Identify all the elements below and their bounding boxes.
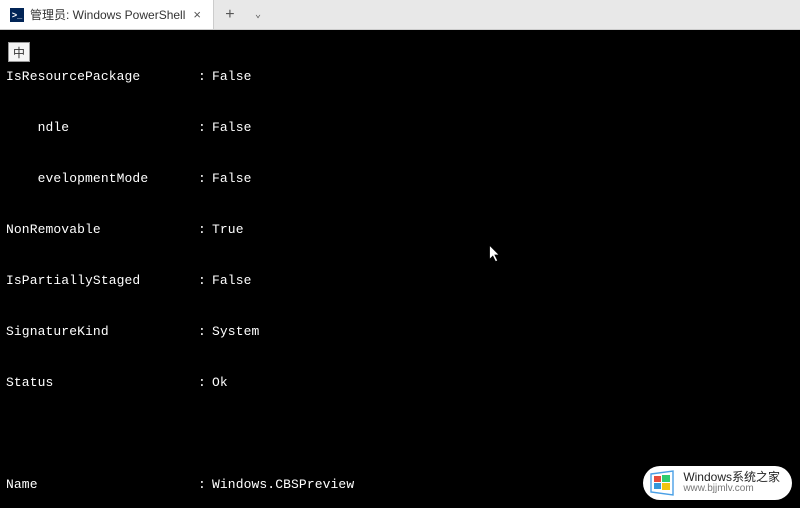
terminal-output[interactable]: IsResourcePackage: False ndle: False eve… xyxy=(0,30,800,508)
powershell-icon: >_ xyxy=(10,8,24,22)
tab-dropdown-button[interactable]: ⌄ xyxy=(246,0,270,29)
watermark-url: www.bjjmlv.com xyxy=(683,484,780,495)
titlebar: >_ 管理员: Windows PowerShell × + ⌄ xyxy=(0,0,800,30)
table-row: Status: Ok xyxy=(6,374,794,391)
tab-active[interactable]: >_ 管理员: Windows PowerShell × xyxy=(0,0,214,29)
table-row: IsPartiallyStaged: False xyxy=(6,272,794,289)
tab-title: 管理员: Windows PowerShell xyxy=(30,6,185,23)
table-row: evelopmentMode: False xyxy=(6,170,794,187)
table-row: ndle: False xyxy=(6,119,794,136)
ime-indicator[interactable]: 中 xyxy=(8,42,30,62)
new-tab-button[interactable]: + xyxy=(214,0,246,29)
table-row: NonRemovable: True xyxy=(6,221,794,238)
table-row: IsResourcePackage: False xyxy=(6,68,794,85)
close-icon[interactable]: × xyxy=(191,7,203,22)
table-row: SignatureKind: System xyxy=(6,323,794,340)
watermark: Windows系统之家 www.bjjmlv.com xyxy=(643,466,792,500)
windows-logo-icon xyxy=(649,470,675,496)
